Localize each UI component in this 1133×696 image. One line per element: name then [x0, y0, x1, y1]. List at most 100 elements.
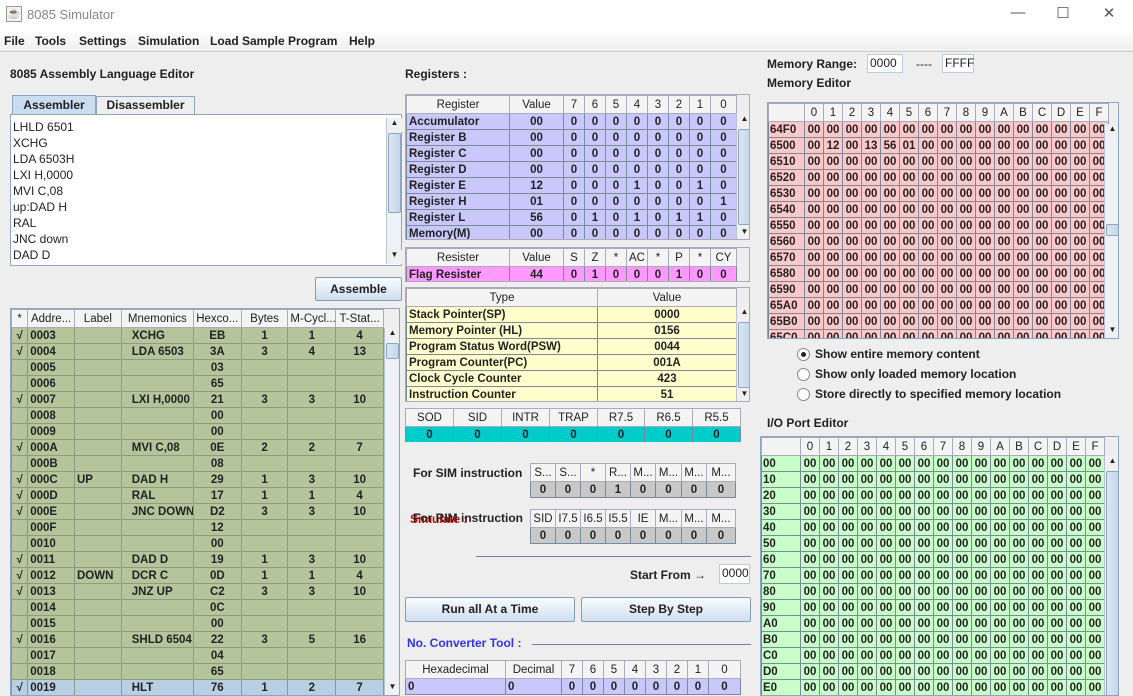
table-row[interactable]: 6530 00 00 00 00 00 00 00 00 00 00 00 00 00 00 00 00 — [768, 185, 1109, 202]
column-header[interactable]: Addre... — [27, 309, 75, 328]
memory-cell[interactable]: 00 — [975, 169, 995, 186]
memory-cell[interactable]: 00 — [1009, 647, 1029, 664]
memory-cell[interactable]: 00 — [971, 679, 991, 695]
memory-cell[interactable]: 00 — [1032, 233, 1052, 250]
memory-cell[interactable]: 00 — [1028, 535, 1048, 552]
memory-cell[interactable]: 00 — [876, 599, 896, 616]
memory-cell[interactable]: 00 — [1085, 679, 1105, 695]
column-header[interactable]: 1 — [819, 437, 839, 456]
table-row[interactable]: 40 00 00 00 00 00 00 00 00 00 00 00 00 00 00 00 00 — [761, 519, 1105, 536]
memory-cell[interactable]: 00 — [838, 583, 858, 600]
table-row[interactable]: 65C0 00 00 00 00 00 00 00 00 00 00 00 00 00 00 00 00 — [768, 329, 1109, 338]
memory-range-to[interactable]: FFFF — [942, 54, 974, 73]
column-header[interactable]: Label — [74, 309, 122, 328]
memory-cell[interactable]: 00 — [914, 519, 934, 536]
memory-cell[interactable]: 00 — [994, 169, 1014, 186]
memory-cell[interactable]: 00 — [1085, 631, 1105, 648]
memory-cell[interactable]: 00 — [1051, 249, 1071, 266]
memory-cell[interactable]: 00 — [1047, 583, 1067, 600]
table-row[interactable]: Register D 00 0 0 0 0 0 0 0 0 — [406, 161, 737, 178]
memory-cell[interactable]: 00 — [1032, 169, 1052, 186]
memory-cell[interactable]: 00 — [1013, 121, 1033, 138]
memory-cell[interactable]: 00 — [819, 535, 839, 552]
table-row[interactable]: Instruction Counter 51 — [406, 386, 737, 401]
memory-cell[interactable]: 00 — [971, 663, 991, 680]
memory-cell[interactable]: 00 — [838, 679, 858, 695]
memory-cell[interactable]: 00 — [880, 169, 900, 186]
memory-cell[interactable]: 00 — [918, 281, 938, 298]
memory-cell[interactable]: 00 — [1066, 679, 1086, 695]
memory-cell[interactable]: 00 — [838, 631, 858, 648]
memory-cell[interactable]: 00 — [937, 313, 957, 330]
memory-cell[interactable]: 00 — [933, 663, 953, 680]
maximize-button[interactable]: ☐ — [1048, 4, 1078, 26]
memory-cell[interactable]: 00 — [990, 631, 1010, 648]
memory-cell[interactable]: 00 — [914, 583, 934, 600]
scroll-thumb[interactable] — [1106, 224, 1118, 236]
column-header[interactable]: * — [580, 463, 606, 482]
memory-cell[interactable]: 00 — [990, 455, 1010, 472]
memory-cell[interactable]: 00 — [918, 265, 938, 282]
column-header[interactable]: IE — [630, 509, 656, 528]
memory-cell[interactable]: 00 — [1032, 265, 1052, 282]
table-row[interactable]: C0 00 00 00 00 00 00 00 00 00 00 00 00 00 00 00 00 — [761, 647, 1105, 664]
memory-cell[interactable]: 00 — [914, 503, 934, 520]
column-header[interactable]: * — [11, 309, 29, 328]
memory-cell[interactable]: 00 — [952, 567, 972, 584]
table-row[interactable]: 0014 0C — [11, 599, 384, 616]
memory-cell[interactable]: 00 — [952, 615, 972, 632]
memory-cell[interactable]: 00 — [895, 583, 915, 600]
memory-cell[interactable]: 00 — [914, 631, 934, 648]
table-row[interactable]: 70 00 00 00 00 00 00 00 00 00 00 00 00 00 00 00 00 — [761, 567, 1105, 584]
table-row[interactable]: 90 00 00 00 00 00 00 00 00 00 00 00 00 00 00 00 00 — [761, 599, 1105, 616]
memory-cell[interactable]: 00 — [1047, 519, 1067, 536]
memory-cell[interactable]: 00 — [1009, 471, 1029, 488]
memory-cell[interactable]: 00 — [956, 153, 976, 170]
memory-cell[interactable]: 00 — [1085, 599, 1105, 616]
memory-cell[interactable]: 00 — [990, 615, 1010, 632]
column-header[interactable]: AC — [626, 248, 648, 267]
memory-cell[interactable]: 00 — [1047, 535, 1067, 552]
memory-cell[interactable]: 00 — [1066, 455, 1086, 472]
table-row[interactable]: Program Status Word(PSW) 0044 — [406, 338, 737, 355]
memory-cell[interactable]: 00 — [1085, 551, 1105, 568]
column-header[interactable]: Mnemonics — [120, 309, 194, 328]
column-header[interactable]: E — [1070, 103, 1090, 122]
memory-cell[interactable]: 00 — [1066, 471, 1086, 488]
memory-cell[interactable]: 00 — [876, 535, 896, 552]
memory-cell[interactable]: 00 — [918, 137, 938, 154]
memory-cell[interactable]: 00 — [880, 201, 900, 218]
memory-cell[interactable]: 00 — [937, 121, 957, 138]
memory-cell[interactable]: 00 — [1032, 185, 1052, 202]
cell-value[interactable]: 0 — [561, 678, 583, 695]
scroll-down-icon[interactable]: ▼ — [737, 227, 749, 239]
memory-cell[interactable]: 00 — [918, 329, 938, 338]
memory-cell[interactable]: 00 — [819, 503, 839, 520]
memory-cell[interactable]: 00 — [971, 471, 991, 488]
memory-cell[interactable]: 00 — [990, 519, 1010, 536]
memory-cell[interactable]: 00 — [895, 615, 915, 632]
memory-cell[interactable]: 00 — [819, 583, 839, 600]
memory-cell[interactable]: 00 — [842, 249, 862, 266]
memory-cell[interactable]: 00 — [1070, 265, 1090, 282]
radio-3[interactable] — [797, 388, 810, 401]
column-header[interactable]: Type — [406, 288, 598, 307]
scroll-thumb[interactable] — [388, 133, 401, 213]
memory-cell[interactable]: 00 — [1070, 217, 1090, 234]
memory-cell[interactable]: 00 — [1047, 631, 1067, 648]
table-row[interactable]: Flag Resister 44 0 1 0 0 0 1 0 0 — [406, 266, 737, 281]
io-scrollbar[interactable]: ▲ — [1104, 456, 1118, 695]
memory-cell[interactable]: 00 — [994, 217, 1014, 234]
radio-label[interactable]: Show entire memory content — [815, 347, 980, 361]
memory-cell[interactable]: 00 — [804, 185, 824, 202]
table-row[interactable]: 80 00 00 00 00 00 00 00 00 00 00 00 00 00 00 00 00 — [761, 583, 1105, 600]
memory-cell[interactable]: 00 — [819, 471, 839, 488]
memory-cell[interactable]: 00 — [1013, 297, 1033, 314]
column-header[interactable]: 0 — [708, 660, 741, 679]
column-header[interactable]: Value — [509, 95, 564, 114]
memory-cell[interactable]: 01 — [899, 137, 919, 154]
memory-cell[interactable]: 00 — [895, 503, 915, 520]
memory-cell[interactable]: 00 — [1028, 455, 1048, 472]
memory-cell[interactable]: 00 — [1085, 487, 1105, 504]
memory-cell[interactable]: 00 — [1070, 297, 1090, 314]
